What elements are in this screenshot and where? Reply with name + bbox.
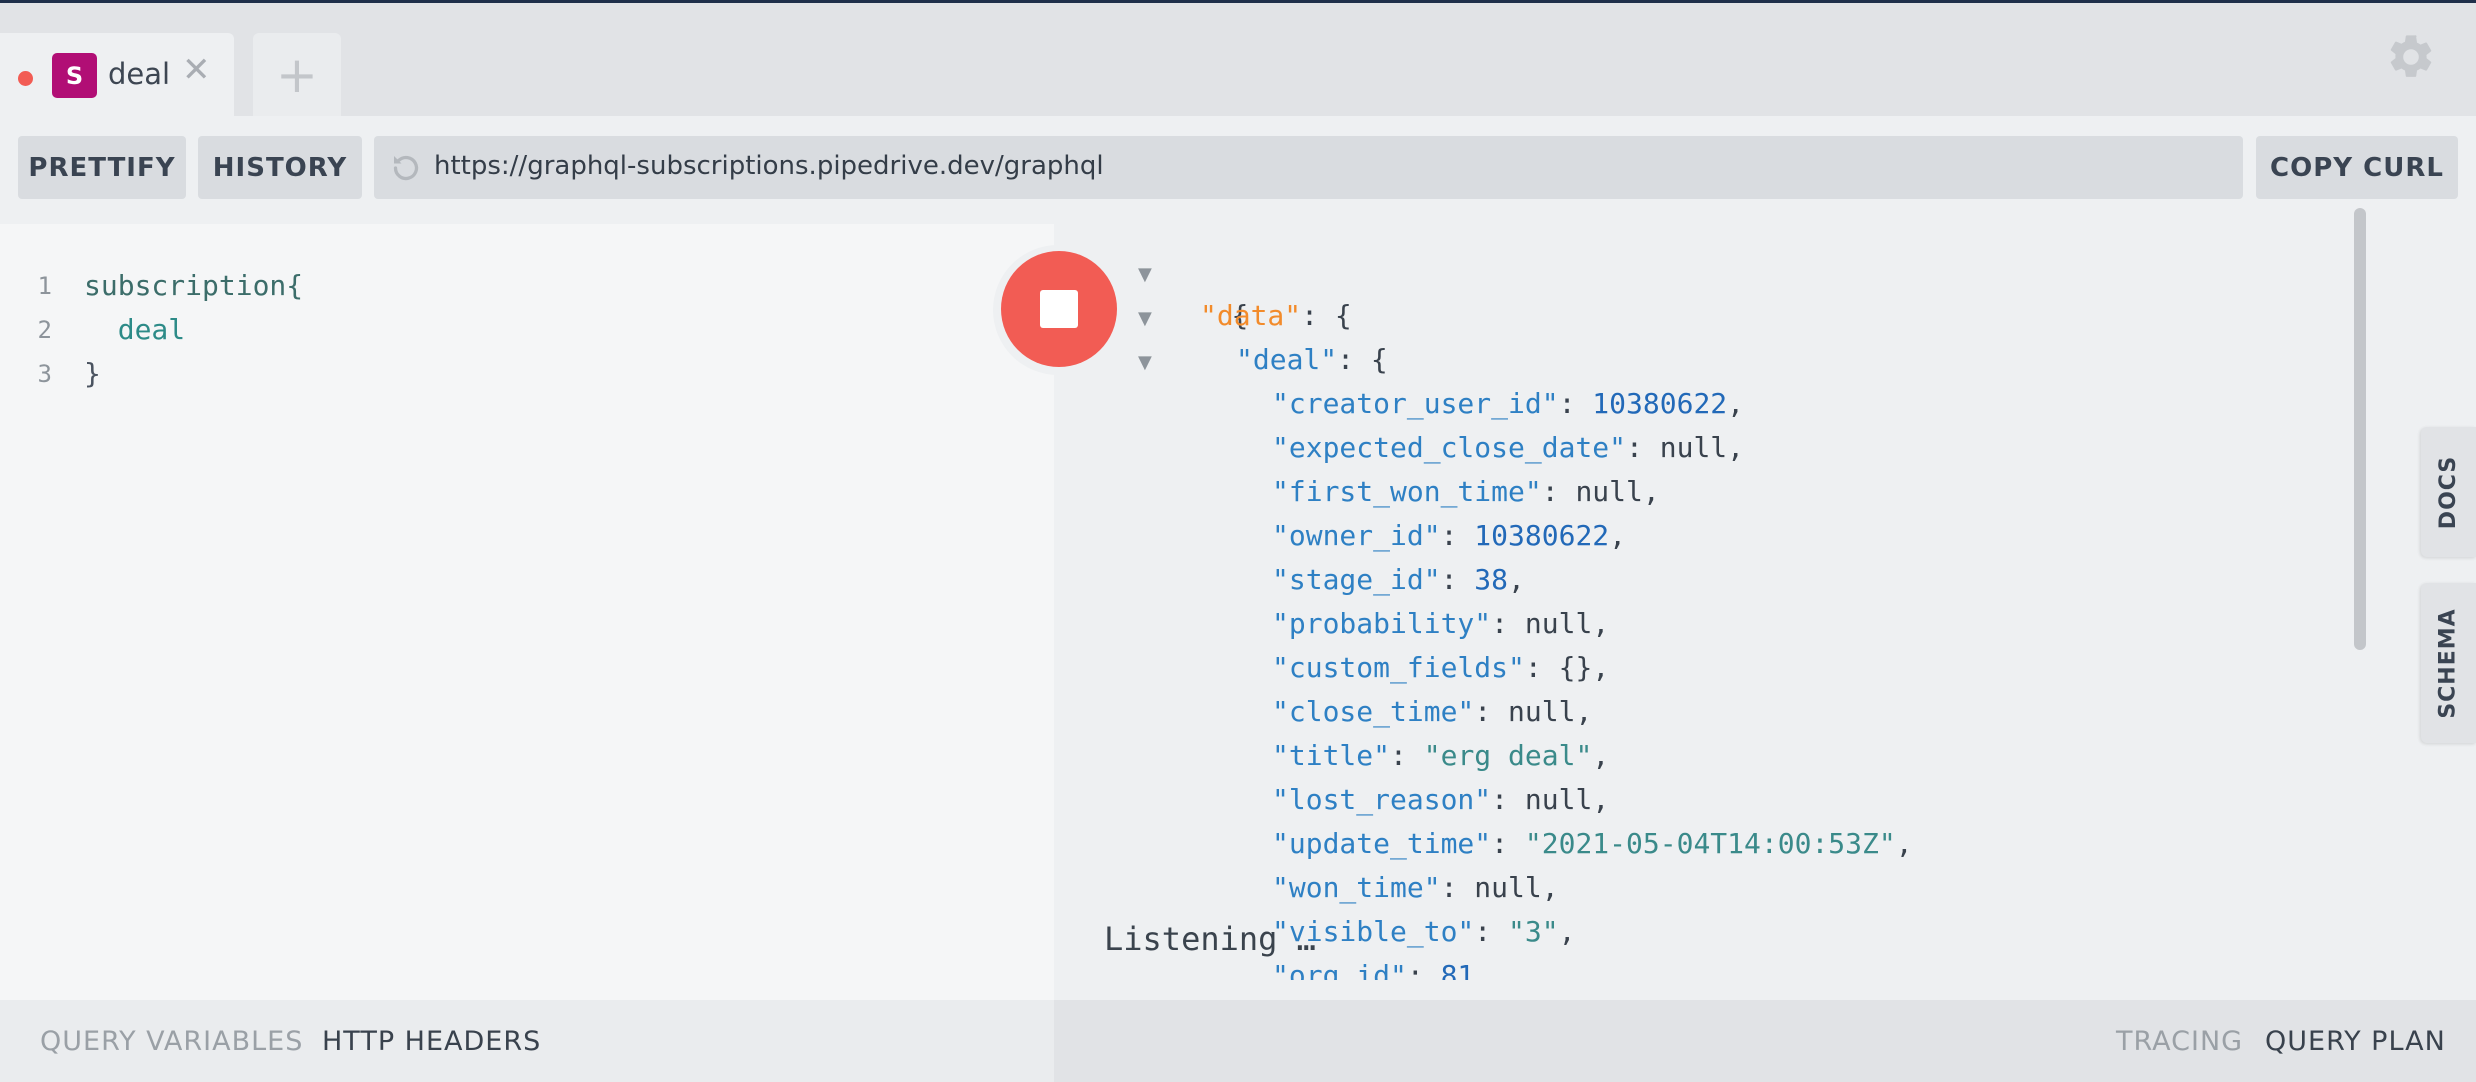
history-button[interactable]: HISTORY [198,136,362,199]
json-field-line: "custom_fields": {}, [1272,651,1610,684]
json-key-deal: "deal" [1236,343,1338,376]
line-number: 1 [37,272,52,300]
result-fade [1054,980,2476,1000]
unsaved-indicator [18,71,33,86]
json-value: null [1524,607,1593,640]
query-plan-tab[interactable]: QUERY PLAN [2265,1026,2446,1057]
json-field-line: "owner_id": 10380622, [1272,519,1627,552]
docs-tab-label: DOCS [2436,455,2461,529]
json-field-line: "visible_to": "3", [1272,915,1576,948]
json-value: null [1524,783,1593,816]
json-key: "expected_close_date" [1272,431,1627,464]
json-key: "owner_id" [1272,519,1441,552]
json-value: null [1659,431,1728,464]
gear-icon[interactable] [2385,31,2437,83]
endpoint-url-input[interactable]: https://graphql-subscriptions.pipedrive.… [374,136,2243,199]
code-text: deal [84,313,186,346]
bottom-left-bar: QUERY VARIABLES HTTP HEADERS [0,1000,1054,1082]
tab-bar: S deal ✕ + [0,3,2476,117]
close-icon[interactable]: ✕ [182,53,211,87]
stop-icon [1040,290,1078,328]
line-number: 3 [37,360,52,388]
prettify-button[interactable]: PRETTIFY [18,136,186,199]
tracing-tab[interactable]: TRACING [2116,1026,2243,1057]
reload-icon[interactable] [388,150,424,186]
json-key: "title" [1272,739,1391,772]
result-scrollbar[interactable] [2354,208,2366,650]
json-line: "deal": { [1236,343,1388,376]
json-value: "3" [1508,915,1559,948]
json-key: "probability" [1272,607,1492,640]
tab-deal[interactable]: S deal ✕ [0,33,234,117]
listening-status: Listening … [1104,920,1316,958]
http-headers-tab[interactable]: HTTP HEADERS [322,1026,541,1057]
result-viewer[interactable]: ▼ { ▼ "data": { ▼ "deal": { "creator_use… [1054,224,2476,1000]
stop-button[interactable] [1001,251,1117,367]
json-line: "data": { [1200,299,1352,332]
json-field-line: "creator_user_id": 10380622, [1272,387,1745,420]
json-field-line: "close_time": null, [1272,695,1593,728]
bottom-right-bar: TRACING QUERY PLAN [1054,1000,2476,1082]
query-editor[interactable]: 1 subscription{ 2 deal 3 } [0,224,1054,1000]
schema-tab-label: SCHEMA [2436,607,2462,719]
tab-label: deal [108,57,171,91]
subscription-badge: S [52,53,97,98]
triangle-down-icon[interactable]: ▼ [1138,264,1152,285]
json-value: 38 [1474,563,1509,596]
json-key: "lost_reason" [1272,783,1492,816]
json-key: "close_time" [1272,695,1475,728]
code-text: subscription{ [84,269,304,302]
copy-curl-button[interactable]: COPY CURL [2256,136,2458,199]
json-key: "update_time" [1272,827,1492,860]
docs-tab[interactable]: DOCS [2421,427,2476,557]
json-key: "stage_id" [1272,563,1441,596]
json-field-line: "title": "erg deal", [1272,739,1610,772]
endpoint-url-text: https://graphql-subscriptions.pipedrive.… [434,151,1104,181]
json-value: null [1508,695,1576,728]
json-field-line: "stage_id": 38, [1272,563,1525,596]
json-key: "custom_fields" [1272,651,1525,684]
json-value: "2021-05-04T14:00:53Z" [1524,827,1896,860]
json-field-line: "probability": null, [1272,607,1610,640]
json-key: "won_time" [1272,871,1441,904]
toolbar: PRETTIFY HISTORY https://graphql-subscri… [0,116,2476,224]
query-variables-tab[interactable]: QUERY VARIABLES [40,1026,303,1057]
json-field-line: "first_won_time": null, [1272,475,1660,508]
code-text: } [84,357,101,390]
json-value: null [1575,475,1643,508]
line-number: 2 [37,316,52,344]
schema-tab[interactable]: SCHEMA [2421,583,2476,743]
json-value: 10380622 [1474,519,1610,552]
json-value: 10380622 [1592,387,1728,420]
json-key: "first_won_time" [1272,475,1542,508]
triangle-down-icon[interactable]: ▼ [1138,308,1152,329]
json-field-line: "lost_reason": null, [1272,783,1610,816]
json-value: {} [1558,651,1593,684]
json-value: null [1474,871,1542,904]
json-key: "creator_user_id" [1272,387,1559,420]
json-value: "erg deal" [1423,739,1593,772]
json-key-data: "data" [1200,299,1302,332]
triangle-down-icon[interactable]: ▼ [1138,352,1152,373]
json-field-line: "expected_close_date": null, [1272,431,1745,464]
json-line: { [1164,250,1248,332]
add-tab-button[interactable]: + [253,33,341,117]
json-field-line: "won_time": null, [1272,871,1559,904]
json-field-line: "update_time": "2021-05-04T14:00:53Z", [1272,827,1913,860]
